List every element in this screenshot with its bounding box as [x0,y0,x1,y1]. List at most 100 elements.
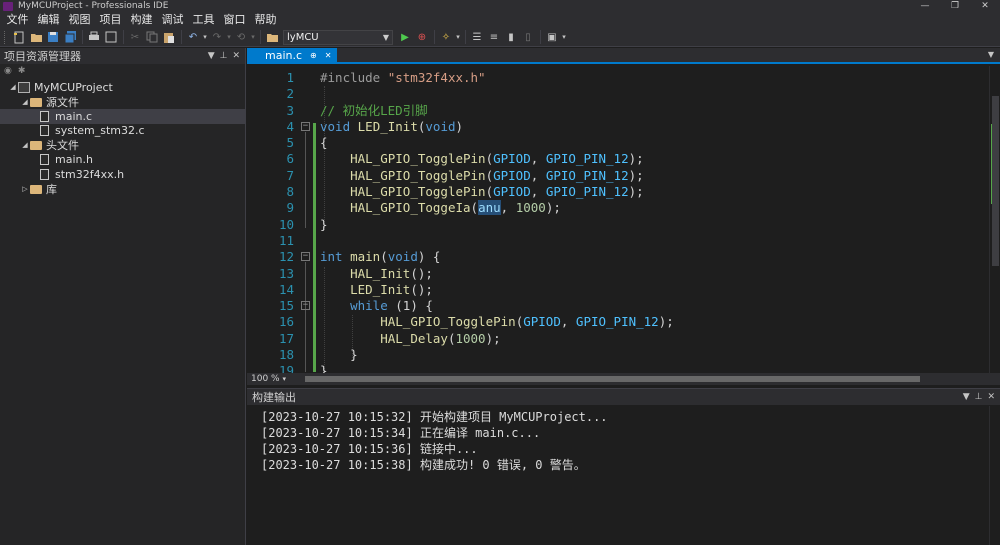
tree-item-main-c[interactable]: main.c [0,109,245,124]
line-number: 10 [278,216,294,232]
menu-help[interactable]: 帮助 [250,12,281,28]
target-icon[interactable]: ⊕ [414,29,430,45]
sync-icon[interactable]: ◉ [4,66,12,76]
code-token: ) [455,118,464,134]
code-token: HAL_GPIO_TogglePin [380,314,516,330]
pane-dropdown-icon[interactable]: ▼ [963,392,970,402]
output-line: [2023-10-27 10:15:36] 链接中... [261,442,478,456]
tab-list-dropdown-icon[interactable]: ▼ [988,50,994,59]
tree-item-label: stm32f4xx.h [55,167,125,181]
menu-view[interactable]: 视图 [64,12,95,28]
open-folder-icon[interactable] [28,29,44,45]
close-icon[interactable]: ✕ [987,392,995,402]
project-tree: ◢ MyMCUProject ◢ 源文件 main.c system_stm32… [0,78,245,196]
zoom-level[interactable]: 100 % ▾ [247,374,291,384]
collapse-icon[interactable]: − [301,252,310,261]
redo-dropdown-icon[interactable]: ▾ [226,29,232,45]
settings-icon[interactable]: ✱ [18,66,26,76]
print-preview-icon[interactable] [103,29,119,45]
bookmark-next-icon[interactable]: ▯ [520,29,536,45]
code-token: GPIO_PIN_12 [545,167,629,183]
tree-item-label: 库 [46,182,57,196]
save-all-icon[interactable] [62,29,78,45]
output-vertical-scrollbar[interactable] [989,406,1000,545]
code-area[interactable]: 1 2 3 4 5 6 7 8 9 10 11 12 13 14 15 16 1… [247,66,989,375]
tree-item-header-folder[interactable]: ◢ 头文件 [0,138,245,153]
menu-project[interactable]: 项目 [95,12,126,28]
code-token: LED_Init [350,281,411,297]
code-token: HAL_GPIO_TogglePin [350,151,486,167]
bookmark-icon[interactable]: ▮ [503,29,519,45]
tree-item-library-folder[interactable]: ▷ 库 [0,182,245,197]
pane-dropdown-icon[interactable]: ▼ [208,51,215,61]
menu-edit[interactable]: 编辑 [33,12,64,28]
new-file-icon[interactable] [11,29,27,45]
expand-chevron-icon[interactable]: ◢ [20,141,30,149]
tree-item-source-folder[interactable]: ◢ 源文件 [0,95,245,110]
collapse-chevron-icon[interactable]: ▷ [20,185,30,193]
tree-item-main-h[interactable]: main.h [0,153,245,168]
close-icon[interactable]: ✕ [325,51,332,60]
tree-item-stm32f4xx-h[interactable]: stm32f4xx.h [0,167,245,182]
minimize-button[interactable]: — [910,0,940,12]
toolbar-separator [123,30,124,44]
collapse-icon[interactable]: − [301,301,310,310]
tree-item-system-stm32-c[interactable]: system_stm32.c [0,124,245,139]
expand-chevron-icon[interactable]: ◢ [20,98,30,106]
toolbar: ✂ ↶ ▾ ↷ ▾ ⟲ ▾ lyMCU ▼ ▶ ⊕ ✧ ▾ ☰ ≡ ▮ ▯ ▣ … [0,28,1000,47]
scrollbar-thumb[interactable] [992,96,999,266]
line-number: 3 [286,102,294,118]
menu-debug[interactable]: 调试 [157,12,188,28]
toolbar-grip[interactable] [4,30,7,44]
window-layout-icon[interactable]: ▣ [544,29,560,45]
cut-icon[interactable]: ✂ [127,29,143,45]
undo-dropdown-icon[interactable]: ▾ [202,29,208,45]
start-debug-icon[interactable]: ▶ [397,29,413,45]
undo-icon[interactable]: ↶ [185,29,201,45]
tree-item-project[interactable]: ◢ MyMCUProject [0,80,245,95]
tab-main-c[interactable]: main.c ⊕ ✕ [247,48,338,62]
project-config-icon[interactable] [264,29,280,45]
copy-icon[interactable] [144,29,160,45]
horizontal-scrollbar[interactable] [295,376,920,382]
scrollbar-thumb[interactable] [305,376,920,382]
close-icon[interactable]: ✕ [232,51,240,61]
code-line-9: HAL_GPIO_ToggeIa(anu, 1000); [320,200,989,216]
menu-file[interactable]: 文件 [2,12,33,28]
customize-dropdown-icon[interactable]: ▾ [561,29,567,45]
redo-icon[interactable]: ↷ [209,29,225,45]
navigate-back-icon[interactable]: ⟲ [233,29,249,45]
save-icon[interactable] [45,29,61,45]
code-comment: // 初始化LED引脚 [320,102,428,118]
collapse-icon[interactable]: − [301,122,310,131]
intellisense-hint[interactable]: anu [478,200,501,216]
navigate-dropdown-icon[interactable]: ▾ [250,29,256,45]
menu-build[interactable]: 构建 [126,12,157,28]
build-tools-icon[interactable]: ✧ [438,29,454,45]
line-number: 15 [278,298,294,314]
align-center-icon[interactable]: ≡ [486,29,502,45]
output-log[interactable]: [2023-10-27 10:15:32] 开始构建项目 MyMCUProjec… [247,405,1000,473]
pin-icon[interactable]: ⊥ [220,51,228,61]
pin-icon[interactable]: ⊥ [975,392,983,402]
menu-tools[interactable]: 工具 [188,12,219,28]
code-token: } [350,347,358,363]
code-token: GPIO_PIN_12 [575,314,659,330]
code-line-4: void LED_Init(void) [320,119,989,135]
overflow-dropdown-icon[interactable]: ▾ [455,29,461,45]
align-left-icon[interactable]: ☰ [469,29,485,45]
expand-chevron-icon[interactable]: ◢ [8,83,18,91]
vertical-scrollbar[interactable] [989,66,1000,375]
close-button[interactable]: ✕ [970,0,1000,12]
code-text[interactable]: #include "stm32f4xx.h" // 初始化LED引脚 void … [320,70,989,375]
menu-bar: 文件 编辑 视图 项目 构建 调试 工具 窗口 帮助 [0,12,1000,28]
paste-icon[interactable] [161,29,177,45]
menu-window[interactable]: 窗口 [219,12,250,28]
maximize-button[interactable]: ❐ [940,0,970,12]
print-icon[interactable] [86,29,102,45]
pin-icon[interactable]: ⊕ [310,51,317,60]
chevron-down-icon: ▼ [382,32,389,42]
configuration-dropdown[interactable]: lyMCU ▼ [283,29,393,45]
code-line-3: // 初始化LED引脚 [320,103,989,119]
